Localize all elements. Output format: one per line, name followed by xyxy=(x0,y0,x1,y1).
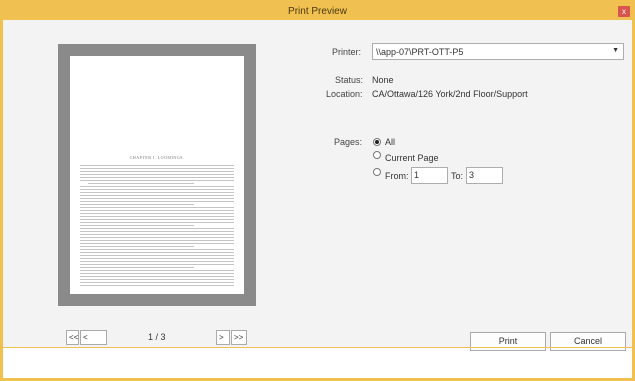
preview-text-line xyxy=(80,261,234,262)
preview-text-line xyxy=(80,201,234,202)
preview-text-line xyxy=(80,204,194,205)
title-bar: Print Preview x xyxy=(3,3,632,20)
preview-text-line xyxy=(80,177,234,178)
location-value: CA/Ottawa/126 York/2nd Floor/Support xyxy=(372,89,528,99)
page-preview-frame: CHAPTER I. LOOMINGS. xyxy=(58,44,256,306)
preview-text-line xyxy=(80,264,234,265)
preview-text-line xyxy=(80,225,194,226)
preview-text-line xyxy=(80,282,234,283)
close-button[interactable]: x xyxy=(618,6,630,17)
next-page-button[interactable]: > xyxy=(216,330,230,345)
print-button[interactable]: Print xyxy=(470,332,546,351)
printer-select[interactable]: \\app-07\PRT-OTT-P5 ▼ xyxy=(372,43,624,60)
cancel-button[interactable]: Cancel xyxy=(550,332,626,351)
preview-text-line xyxy=(80,252,234,253)
preview-text-line xyxy=(80,279,234,280)
previous-page-button[interactable]: < xyxy=(80,330,107,345)
preview-text-line xyxy=(80,210,234,211)
preview-text-line xyxy=(80,195,234,196)
preview-text-line xyxy=(80,276,234,277)
last-page-button[interactable]: >> xyxy=(231,330,247,345)
pages-label: Pages: xyxy=(334,137,363,147)
preview-text-line xyxy=(80,285,234,286)
window-title: Print Preview xyxy=(288,6,347,17)
pages-all-label: All xyxy=(385,137,396,147)
preview-text-line xyxy=(80,228,234,229)
preview-text-line xyxy=(80,216,234,217)
preview-text-line xyxy=(80,174,234,175)
preview-text-line xyxy=(80,219,234,220)
preview-text-line xyxy=(80,213,234,214)
pages-range-radio[interactable] xyxy=(373,168,381,176)
to-page-input[interactable]: 3 xyxy=(466,167,503,184)
preview-text-line xyxy=(80,243,234,244)
page-preview: CHAPTER I. LOOMINGS. xyxy=(70,56,244,294)
preview-text-line xyxy=(80,240,234,241)
pages-all-radio[interactable] xyxy=(373,138,381,146)
preview-text-line xyxy=(80,189,234,190)
printer-select-value: \\app-07\PRT-OTT-P5 xyxy=(376,47,464,57)
from-label: From: xyxy=(385,171,409,181)
page-indicator: 1 / 3 xyxy=(148,332,166,342)
location-label: Location: xyxy=(326,89,363,99)
preview-text-line xyxy=(80,165,234,166)
preview-text-line xyxy=(88,183,194,184)
preview-text-line xyxy=(80,246,194,247)
preview-text-line xyxy=(80,171,234,172)
preview-text-line xyxy=(80,180,234,181)
chapter-heading: CHAPTER I. LOOMINGS. xyxy=(129,155,185,160)
print-preview-window: Print Preview x CHAPTER I. LOOMINGS. Pri… xyxy=(0,0,635,381)
status-value: None xyxy=(372,75,394,85)
preview-text-line xyxy=(80,270,234,271)
preview-text-line xyxy=(80,258,234,259)
preview-text-line xyxy=(80,198,234,199)
preview-text-line xyxy=(80,267,194,268)
preview-text-line xyxy=(80,231,234,232)
dialog-content: CHAPTER I. LOOMINGS. Printer: \\app-07\P… xyxy=(3,20,632,347)
preview-text-line xyxy=(80,237,234,238)
preview-text-line xyxy=(80,273,234,274)
chevron-down-icon: ▼ xyxy=(612,47,619,54)
from-page-input[interactable]: 1 xyxy=(411,167,448,184)
footer-divider xyxy=(3,347,632,348)
preview-text-line xyxy=(80,186,234,187)
pages-current-label: Current Page xyxy=(385,153,439,163)
pages-current-radio[interactable] xyxy=(373,151,381,159)
preview-text-line xyxy=(80,168,234,169)
preview-text-line xyxy=(80,207,234,208)
first-page-button[interactable]: << xyxy=(66,330,79,345)
preview-text-line xyxy=(80,222,234,223)
preview-text-line xyxy=(80,234,234,235)
status-label: Status: xyxy=(335,75,364,85)
printer-label: Printer: xyxy=(332,47,362,57)
to-label: To: xyxy=(451,171,464,181)
preview-text-line xyxy=(80,192,234,193)
preview-text-line xyxy=(80,249,234,250)
preview-text-line xyxy=(80,255,234,256)
